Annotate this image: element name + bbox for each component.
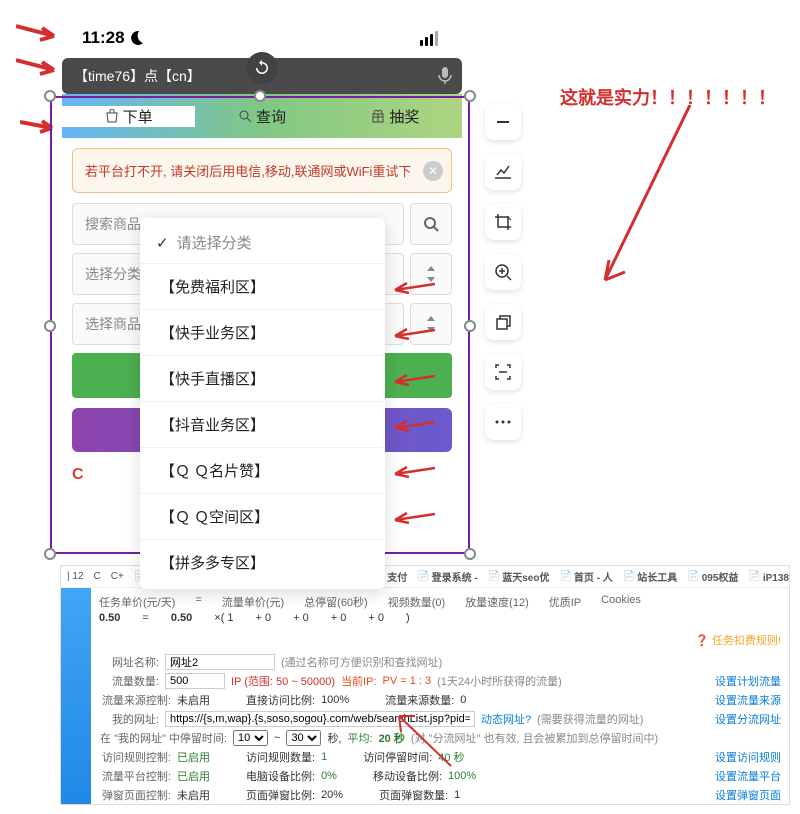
handle[interactable] bbox=[464, 320, 476, 332]
browser-tab[interactable]: 📄 首页 - 人 bbox=[559, 569, 612, 584]
search-icon bbox=[238, 109, 252, 123]
row-popup: 弹窗页面控制: 未启用 页面弹窗比例:20% 页面弹窗数量:1 设置弹窗页面 bbox=[99, 787, 781, 803]
arrow-top1 bbox=[16, 22, 64, 42]
alert-text: 若平台打不开, 请关闭后用电信,移动,联通网或WiFi重试下 bbox=[85, 164, 411, 179]
bag-icon bbox=[105, 109, 119, 123]
alert-close-icon[interactable]: ✕ bbox=[423, 161, 443, 181]
zoom-button[interactable] bbox=[485, 254, 521, 290]
search-icon bbox=[423, 216, 439, 232]
dropdown-item[interactable]: 【拼多多专区】 bbox=[140, 539, 385, 585]
layers-button[interactable] bbox=[485, 304, 521, 340]
dropdown-header: ✓请选择分类 bbox=[140, 222, 385, 263]
dropdown-item[interactable]: 【抖音业务区】 bbox=[140, 401, 385, 447]
handle[interactable] bbox=[44, 320, 56, 332]
browser-tab[interactable]: C bbox=[94, 569, 101, 584]
moon-icon bbox=[129, 30, 145, 46]
scan-button[interactable] bbox=[485, 354, 521, 390]
browser-tab[interactable]: 📄 iP138查询 bbox=[748, 569, 789, 584]
formula-labels: 任务单价(元/天)=流量单价(元) 总停留(60秒)视频数量(0)放量速度(12… bbox=[99, 594, 781, 610]
address-bar[interactable]: 【time76】点【cn】 bbox=[62, 58, 462, 94]
browser-tab[interactable]: | 12 bbox=[67, 569, 84, 584]
handle[interactable] bbox=[44, 90, 56, 102]
status-time: 11:28 bbox=[82, 28, 125, 48]
tab-query-label: 查询 bbox=[256, 106, 286, 127]
signal-icon bbox=[420, 31, 438, 46]
dropdown-item[interactable]: 【Ｑ Ｑ空间区】 bbox=[140, 493, 385, 539]
name-input[interactable] bbox=[165, 654, 275, 670]
edit-tool-column bbox=[485, 104, 521, 440]
browser-tab[interactable]: 📄 登录系统 - bbox=[417, 569, 478, 584]
status-bar: 11:28 bbox=[62, 20, 462, 56]
tab-lottery[interactable]: 抽奖 bbox=[329, 106, 462, 127]
browser-tab[interactable]: 📄 095权益 bbox=[687, 569, 738, 584]
browser-tab[interactable]: 📄 站长工具 bbox=[623, 569, 677, 584]
browser-tab[interactable]: 📄 蓝天seo优 bbox=[488, 569, 550, 584]
stay-min[interactable]: 10 bbox=[233, 730, 268, 746]
row-source: 流量来源控制: 未启用 直接访问比例:100% 流量来源数量:0 设置流量来源 bbox=[99, 692, 781, 708]
dropdown-item[interactable]: 【免费福利区】 bbox=[140, 263, 385, 309]
visit-link[interactable]: 设置访问规则 bbox=[715, 749, 781, 765]
search-button[interactable] bbox=[410, 203, 452, 245]
gift-icon bbox=[371, 109, 385, 123]
dropdown-item[interactable]: 【快手业务区】 bbox=[140, 309, 385, 355]
plan-flow-link[interactable]: 设置计划流量 bbox=[715, 673, 781, 689]
count-input[interactable] bbox=[165, 673, 225, 689]
handle[interactable] bbox=[254, 90, 266, 102]
tab-order[interactable]: 下单 bbox=[62, 106, 195, 127]
chart-button[interactable] bbox=[485, 154, 521, 190]
row-count: 流量数量: IP (范围: 50 ~ 50000) 当前IP: PV = 1 :… bbox=[99, 673, 781, 689]
arrow-top2 bbox=[16, 56, 64, 76]
handle[interactable] bbox=[464, 90, 476, 102]
more-button[interactable] bbox=[485, 404, 521, 440]
tab-order-label: 下单 bbox=[123, 106, 153, 127]
browser-panel: | 12 C C+ 📄 百度一下， 📄 会员登录 - 📄 zxyingxiao … bbox=[60, 565, 790, 805]
platform-link[interactable]: 设置流量平台 bbox=[715, 768, 781, 784]
minus-button[interactable] bbox=[485, 104, 521, 140]
handle[interactable] bbox=[464, 548, 476, 560]
split-link[interactable]: 设置分流网址 bbox=[715, 711, 781, 727]
panel-left-strip bbox=[61, 588, 91, 805]
address-text: 【time76】点【cn】 bbox=[74, 66, 201, 86]
tab-query[interactable]: 查询 bbox=[195, 106, 328, 127]
popup-link[interactable]: 设置弹窗页面 bbox=[715, 787, 781, 803]
formula-values: 0.50=0.50 ×( 1+ 0+ 0 + 0+ 0) bbox=[99, 612, 781, 624]
browser-tab[interactable]: C+ bbox=[111, 569, 124, 584]
alert-banner: 若平台打不开, 请关闭后用电信,移动,联通网或WiFi重试下 ✕ bbox=[72, 148, 452, 193]
tab-lottery-label: 抽奖 bbox=[389, 106, 419, 127]
rule-link[interactable]: ❓ 任务扣费规则! bbox=[695, 632, 781, 648]
panel-main: 任务单价(元/天)=流量单价(元) 总停留(60秒)视频数量(0)放量速度(12… bbox=[91, 588, 789, 805]
handle[interactable] bbox=[44, 548, 56, 560]
reload-button[interactable] bbox=[246, 52, 278, 84]
arrow-top3 bbox=[20, 118, 60, 134]
source-link[interactable]: 设置流量来源 bbox=[715, 692, 781, 708]
mic-icon[interactable] bbox=[438, 67, 452, 85]
arrow-caption bbox=[590, 105, 700, 295]
category-dropdown: ✓请选择分类 【免费福利区】 【快手业务区】 【快手直播区】 【抖音业务区】 【… bbox=[140, 218, 385, 589]
dropdown-item[interactable]: 【快手直播区】 bbox=[140, 355, 385, 401]
arrow-url bbox=[391, 711, 461, 771]
dropdown-item[interactable]: 【Ｑ Ｑ名片赞】 bbox=[140, 447, 385, 493]
row-name: 网址名称: (通过名称可方便识别和查找网址) bbox=[99, 654, 781, 670]
stay-max[interactable]: 30 bbox=[286, 730, 321, 746]
crop-button[interactable] bbox=[485, 204, 521, 240]
